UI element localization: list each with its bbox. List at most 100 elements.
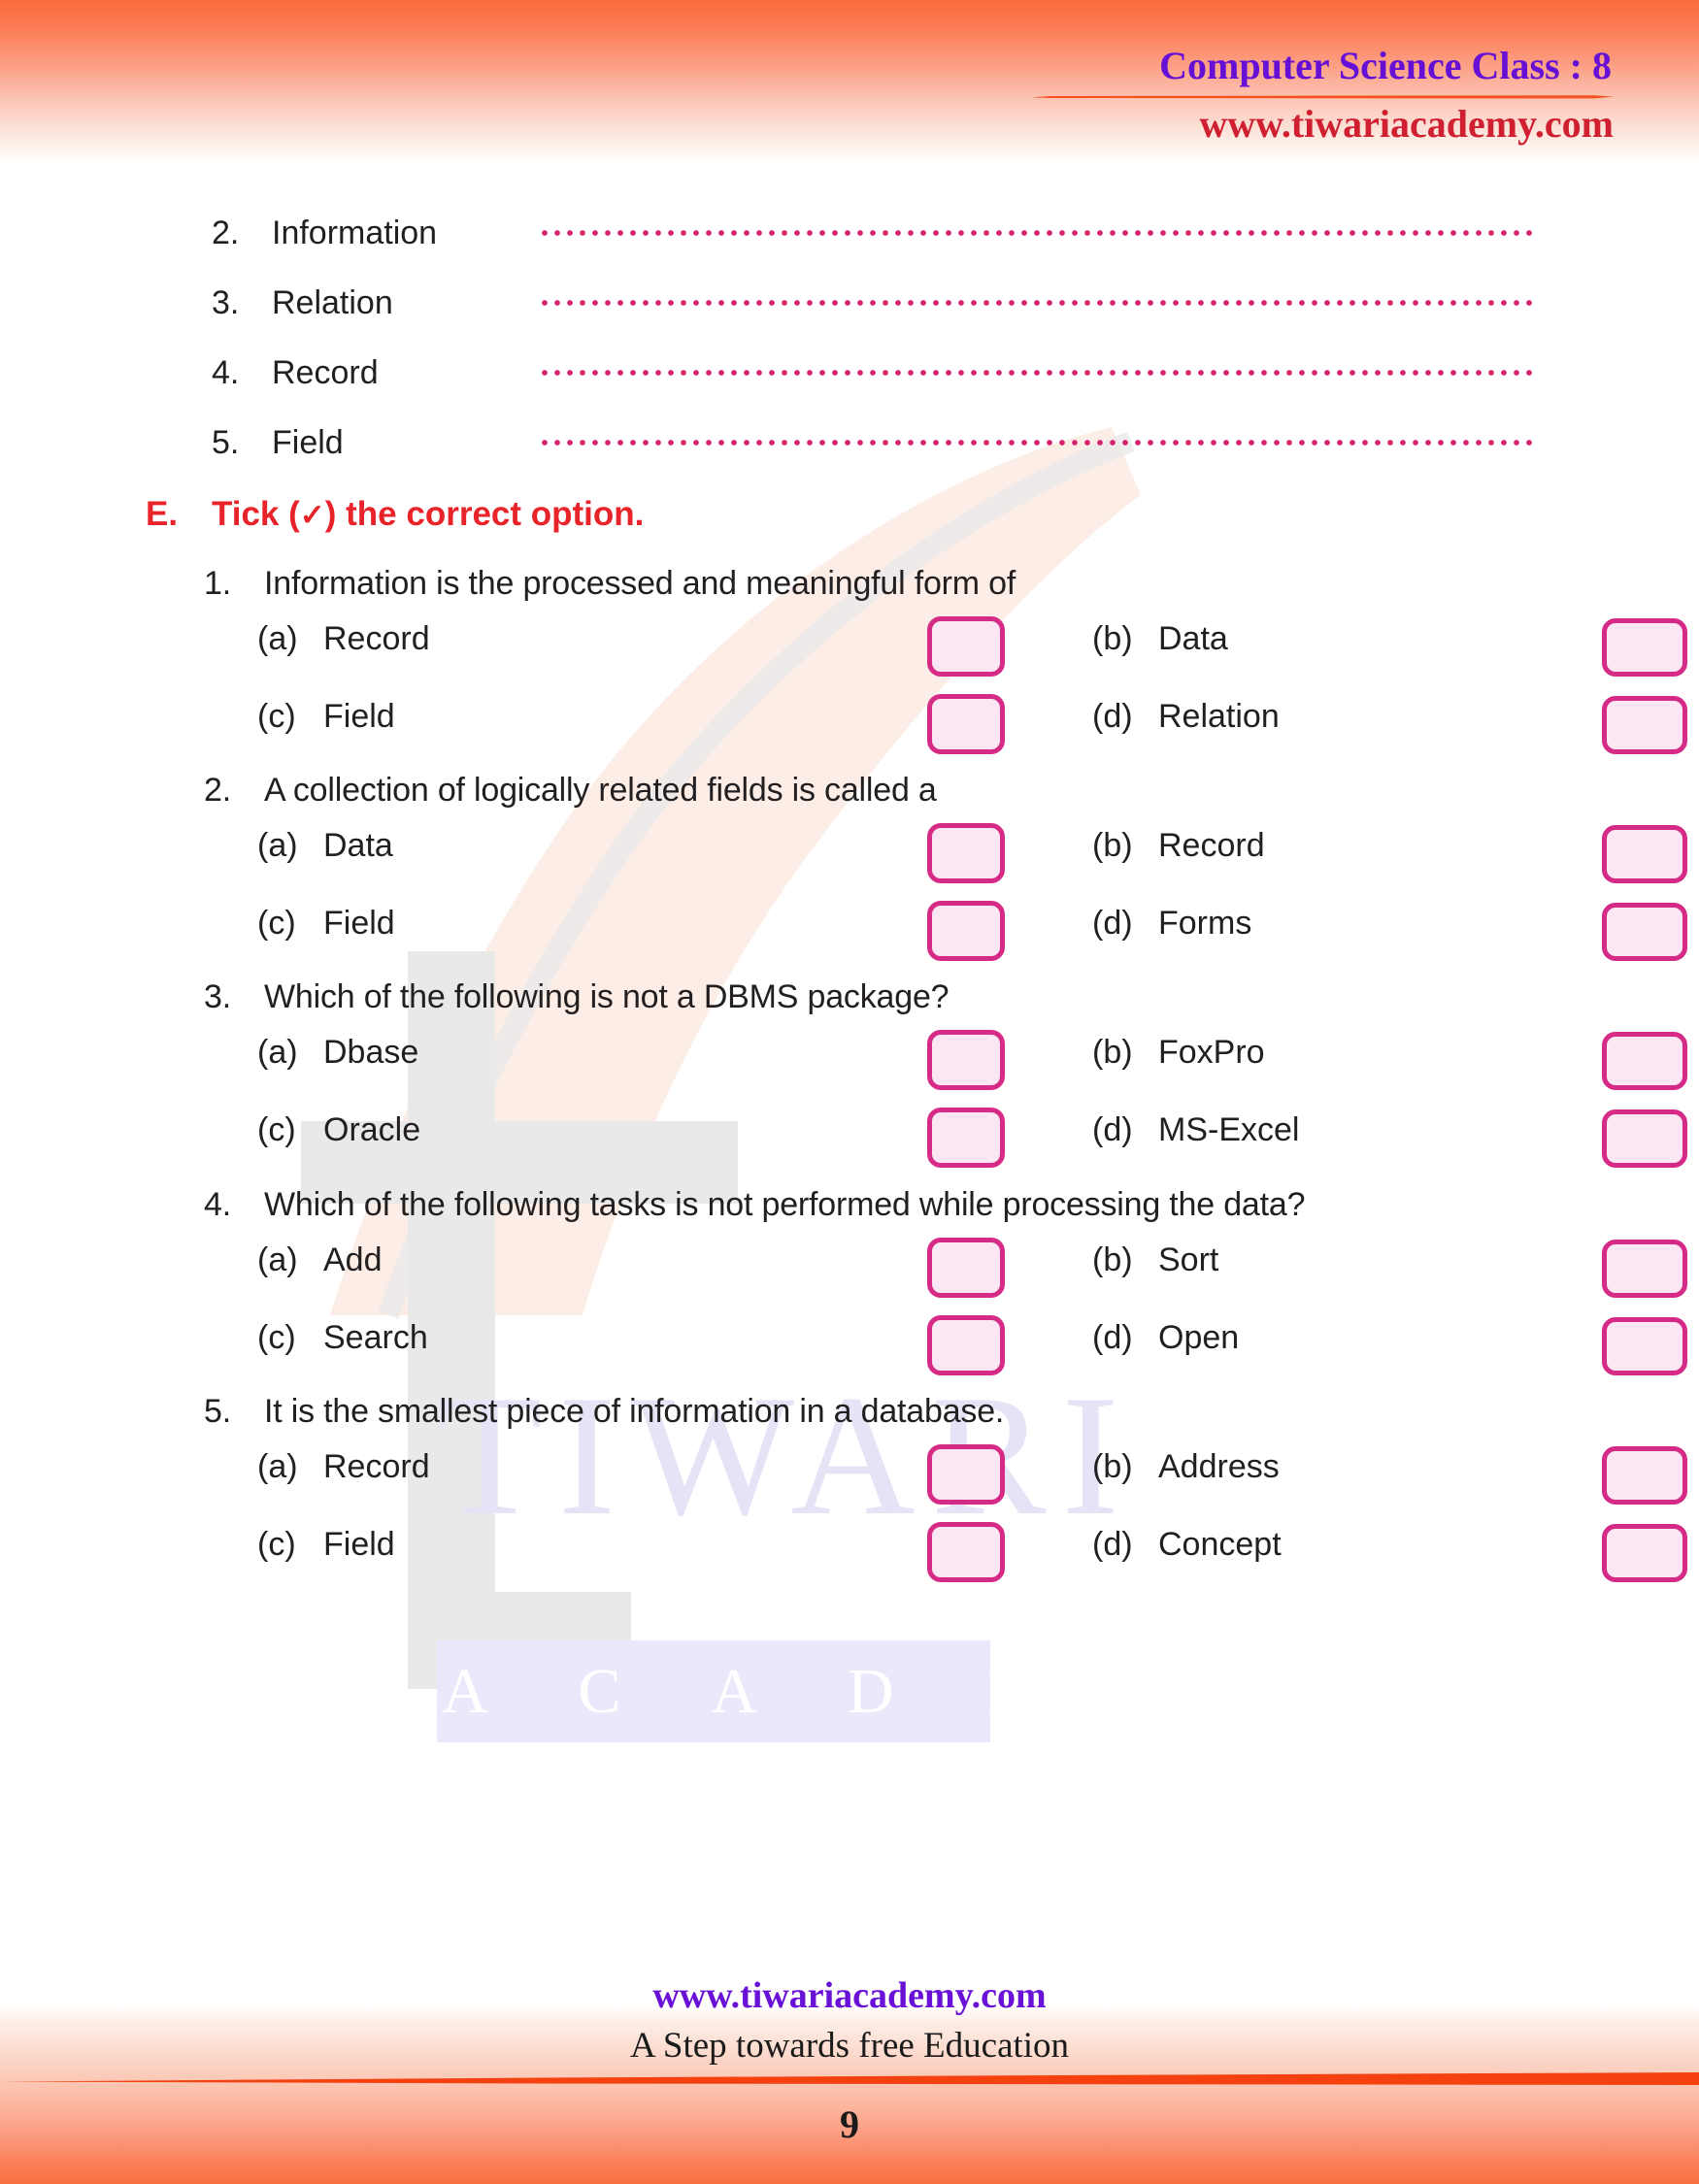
option-c: (c) Search (257, 1319, 428, 1357)
checkbox-option-c[interactable] (927, 1522, 1005, 1582)
fill-blank-dotted-line[interactable] (542, 216, 1532, 249)
option-tag: (b) (1092, 827, 1133, 864)
checkbox-option-b[interactable] (1602, 1032, 1687, 1090)
option-tag: (c) (257, 1319, 296, 1356)
option-a: (a) Record (257, 620, 430, 658)
option-tag: (a) (257, 827, 298, 864)
question-block: 5. It is the smallest piece of informati… (204, 1393, 1687, 1586)
question-number: 1. (204, 565, 231, 602)
question-text: 4. Which of the following tasks is not p… (204, 1186, 1621, 1224)
question-label: Which of the following tasks is not perf… (264, 1186, 1306, 1223)
checkbox-option-a[interactable] (927, 823, 1005, 883)
option-label: Sort (1158, 1241, 1219, 1278)
option-b: (b) Record (1092, 827, 1265, 865)
option-row: (a) Record (b) Data (204, 612, 1687, 680)
question-text: 5. It is the smallest piece of informati… (204, 1393, 1621, 1431)
page-content: 2. Information 3. Relation 4. Record 5. … (0, 0, 1699, 2184)
option-row: (c) Field (d) Relation (204, 690, 1687, 758)
checkbox-option-c[interactable] (927, 1315, 1005, 1375)
page-footer: www.tiwariacademy.com A Step towards fre… (0, 1970, 1699, 2071)
question-number: 5. (204, 1393, 231, 1430)
fill-blank-dotted-line[interactable] (542, 286, 1532, 319)
option-d: (d) Relation (1092, 698, 1280, 736)
document-page: TIWARI A C A D E M Y Computer Science Cl… (0, 0, 1699, 2184)
fill-blank-row: 4. Record (212, 339, 1571, 407)
option-d: (d) MS-Excel (1092, 1111, 1299, 1149)
option-tag: (a) (257, 1241, 298, 1278)
option-tag: (b) (1092, 1034, 1133, 1071)
option-c: (c) Field (257, 1526, 395, 1564)
checkbox-option-a[interactable] (927, 1238, 1005, 1298)
checkmark-icon: ✓ (299, 498, 325, 532)
option-c: (c) Oracle (257, 1111, 420, 1149)
question-text: 3. Which of the following is not a DBMS … (204, 978, 1621, 1016)
option-label: Data (1158, 620, 1228, 657)
question-block: 1. Information is the processed and mean… (204, 565, 1687, 758)
option-b: (b) Address (1092, 1448, 1280, 1486)
option-label: FoxPro (1158, 1034, 1265, 1071)
option-label: Record (323, 620, 430, 657)
question-block: 2. A collection of logically related fie… (204, 772, 1687, 965)
checkbox-option-c[interactable] (927, 1108, 1005, 1168)
fill-blank-row: 5. Field (212, 409, 1571, 477)
checkbox-option-b[interactable] (1602, 825, 1687, 883)
option-tag: (b) (1092, 620, 1133, 657)
option-label: Field (323, 905, 395, 942)
fill-blank-number: 5. (212, 423, 240, 461)
option-row: (c) Field (d) Forms (204, 897, 1687, 965)
option-label: Oracle (323, 1111, 421, 1148)
checkbox-option-a[interactable] (927, 1030, 1005, 1090)
option-tag: (d) (1092, 1111, 1133, 1148)
question-text: 2. A collection of logically related fie… (204, 772, 1621, 810)
question-label: It is the smallest piece of information … (264, 1393, 1005, 1430)
option-row: (c) Oracle (d) MS-Excel (204, 1104, 1687, 1172)
footer-website-url[interactable]: www.tiwariacademy.com (0, 1970, 1699, 2021)
option-label: Field (323, 1526, 395, 1563)
checkbox-option-a[interactable] (927, 616, 1005, 677)
option-tag: (c) (257, 905, 296, 942)
header-title: Computer Science Class : 8 (1159, 44, 1612, 87)
checkbox-option-a[interactable] (927, 1444, 1005, 1505)
checkbox-option-c[interactable] (927, 901, 1005, 961)
footer-tagline: A Step towards free Education (629, 2026, 1070, 2066)
checkbox-option-b[interactable] (1602, 1240, 1687, 1298)
option-b: (b) Data (1092, 620, 1228, 658)
option-tag: (c) (257, 698, 296, 735)
option-a: (a) Record (257, 1448, 430, 1486)
option-tag: (c) (257, 1526, 296, 1563)
question-text: 1. Information is the processed and mean… (204, 565, 1621, 603)
checkbox-option-c[interactable] (927, 694, 1005, 754)
fill-blank-dotted-line[interactable] (542, 356, 1532, 389)
option-label: Dbase (323, 1034, 419, 1071)
option-c: (c) Field (257, 905, 395, 943)
option-row: (a) Data (b) Record (204, 819, 1687, 887)
checkbox-option-d[interactable] (1602, 1109, 1687, 1168)
option-a: (a) Dbase (257, 1034, 418, 1072)
fill-blank-row: 2. Information (212, 199, 1571, 267)
header-website-url: www.tiwariacademy.com (1199, 102, 1614, 146)
option-c: (c) Field (257, 698, 395, 736)
option-label: Record (323, 1448, 430, 1485)
option-d: (d) Open (1092, 1319, 1239, 1357)
checkbox-option-d[interactable] (1602, 903, 1687, 961)
option-row: (c) Field (d) Concept (204, 1518, 1687, 1586)
checkbox-option-d[interactable] (1602, 1524, 1687, 1582)
checkbox-option-b[interactable] (1602, 618, 1687, 677)
option-tag: (b) (1092, 1448, 1133, 1485)
option-d: (d) Concept (1092, 1526, 1282, 1564)
checkbox-option-d[interactable] (1602, 696, 1687, 754)
option-label: Data (323, 827, 393, 864)
option-label: MS-Excel (1158, 1111, 1300, 1148)
option-row: (c) Search (d) Open (204, 1311, 1687, 1379)
option-label: Address (1158, 1448, 1280, 1485)
section-heading: E. Tick ( ✓ ) the correct option. (146, 495, 644, 534)
option-b: (b) FoxPro (1092, 1034, 1265, 1072)
checkbox-option-b[interactable] (1602, 1446, 1687, 1505)
checkbox-option-d[interactable] (1602, 1317, 1687, 1375)
option-d: (d) Forms (1092, 905, 1251, 943)
fill-blank-dotted-line[interactable] (542, 426, 1532, 459)
section-title-after: ) the correct option. (324, 495, 645, 533)
option-label: Record (1158, 827, 1265, 864)
option-tag: (d) (1092, 698, 1133, 735)
option-tag: (a) (257, 1034, 298, 1071)
